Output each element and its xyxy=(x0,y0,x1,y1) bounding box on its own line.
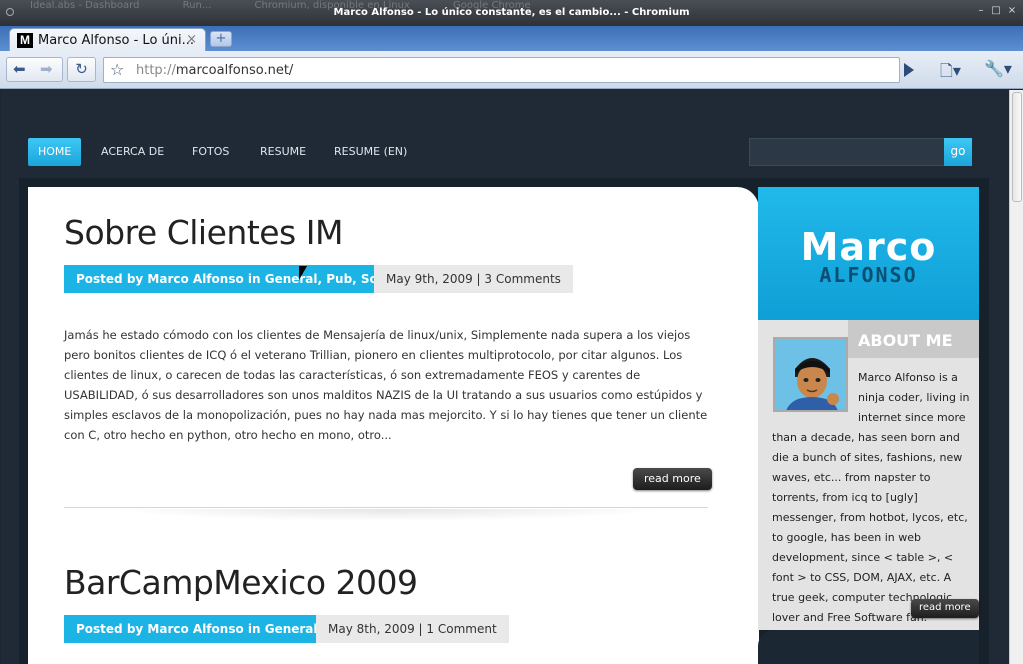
post-date-comments[interactable]: May 9th, 2009 | 3 Comments xyxy=(374,265,573,293)
posts-area: Sobre Clientes IM Posted by Marco Alfons… xyxy=(28,187,759,664)
nav-resume[interactable]: RESUME xyxy=(260,138,306,166)
reload-icon[interactable]: ↻ xyxy=(67,57,96,82)
nav-resume-en[interactable]: RESUME (EN) xyxy=(334,138,407,166)
new-tab-button[interactable]: + xyxy=(210,31,232,47)
browser-window: Ideal.abs - Dashboard Run... Chromium, d… xyxy=(0,0,1023,664)
post-excerpt: Jamás he estado cómodo con los clientes … xyxy=(64,328,708,442)
divider-shadow xyxy=(108,509,668,521)
nav-fotos[interactable]: FOTOS xyxy=(192,138,229,166)
minimize-icon[interactable]: – xyxy=(975,5,987,17)
nav-acerca-de[interactable]: ACERCA DE xyxy=(101,138,164,166)
post-divider xyxy=(64,507,708,508)
url-text[interactable]: http://marcoalfonso.net/ xyxy=(136,63,293,78)
mouse-cursor-icon xyxy=(299,266,307,280)
go-icon[interactable] xyxy=(904,63,914,77)
tab-marco-alfonso[interactable]: M Marco Alfonso - Lo úni... × xyxy=(9,28,206,52)
close-window-icon[interactable]: × xyxy=(1006,5,1018,17)
bookmark-star-icon[interactable]: ☆ xyxy=(110,60,124,79)
post-title[interactable]: BarCampMexico 2009 xyxy=(64,563,418,602)
post-date-comments[interactable]: May 8th, 2009 | 1 Comment xyxy=(316,615,509,643)
page-viewport: HOME ACERCA DE FOTOS RESUME RESUME (EN) … xyxy=(1,90,1009,664)
forward-icon[interactable]: ➡ xyxy=(40,58,53,80)
title-bar: Ideal.abs - Dashboard Run... Chromium, d… xyxy=(0,0,1023,26)
logo-alfonso[interactable]: ALFONSO xyxy=(758,263,979,287)
page-menu-icon[interactable]: 🗋▾ xyxy=(940,60,961,87)
back-forward-group: ⬅ ➡ xyxy=(6,57,63,82)
about-title: ABOUT ME xyxy=(858,331,953,350)
about-text: Marco Alfonso is a ninja coder, living i… xyxy=(772,368,970,628)
sidebar-bottom-panel xyxy=(758,630,979,664)
about-read-more-button[interactable]: read more xyxy=(911,599,979,618)
sidebar-logo-panel: Marco ALFONSO xyxy=(758,187,979,320)
tab-strip: M Marco Alfonso - Lo úni... × + xyxy=(0,26,1023,52)
tab-close-icon[interactable]: × xyxy=(186,32,197,47)
about-text-rest: than a decade, has seen born and die a b… xyxy=(772,431,968,624)
site-favicon-icon: M xyxy=(17,33,33,48)
about-text-lead: Marco Alfonso is a ninja coder, living i… xyxy=(858,371,970,424)
maximize-icon[interactable]: □ xyxy=(990,5,1002,17)
post-title[interactable]: Sobre Clientes IM xyxy=(64,213,343,252)
read-more-button[interactable]: read more xyxy=(633,468,712,490)
tab-title: Marco Alfonso - Lo úni... xyxy=(38,33,195,48)
about-me-panel: ABOUT ME Marco Alfonso is a ninja coder,… xyxy=(758,320,979,630)
wrench-menu-icon[interactable]: 🔧▾ xyxy=(984,59,1012,78)
nav-home[interactable]: HOME xyxy=(28,138,82,166)
address-bar[interactable]: ☆ http://marcoalfonso.net/ xyxy=(103,57,900,83)
browser-toolbar: ⬅ ➡ ↻ ☆ http://marcoalfonso.net/ 🗋▾ 🔧▾ xyxy=(0,51,1023,89)
back-icon[interactable]: ⬅ xyxy=(13,58,26,80)
window-title: Marco Alfonso - Lo único constante, es e… xyxy=(333,7,690,18)
site-search-input[interactable] xyxy=(749,138,945,166)
page-scrollbar[interactable] xyxy=(1009,90,1023,664)
search-go-button[interactable]: go xyxy=(944,138,972,166)
about-header: ABOUT ME xyxy=(848,320,979,358)
scrollbar-thumb[interactable] xyxy=(1012,92,1022,202)
